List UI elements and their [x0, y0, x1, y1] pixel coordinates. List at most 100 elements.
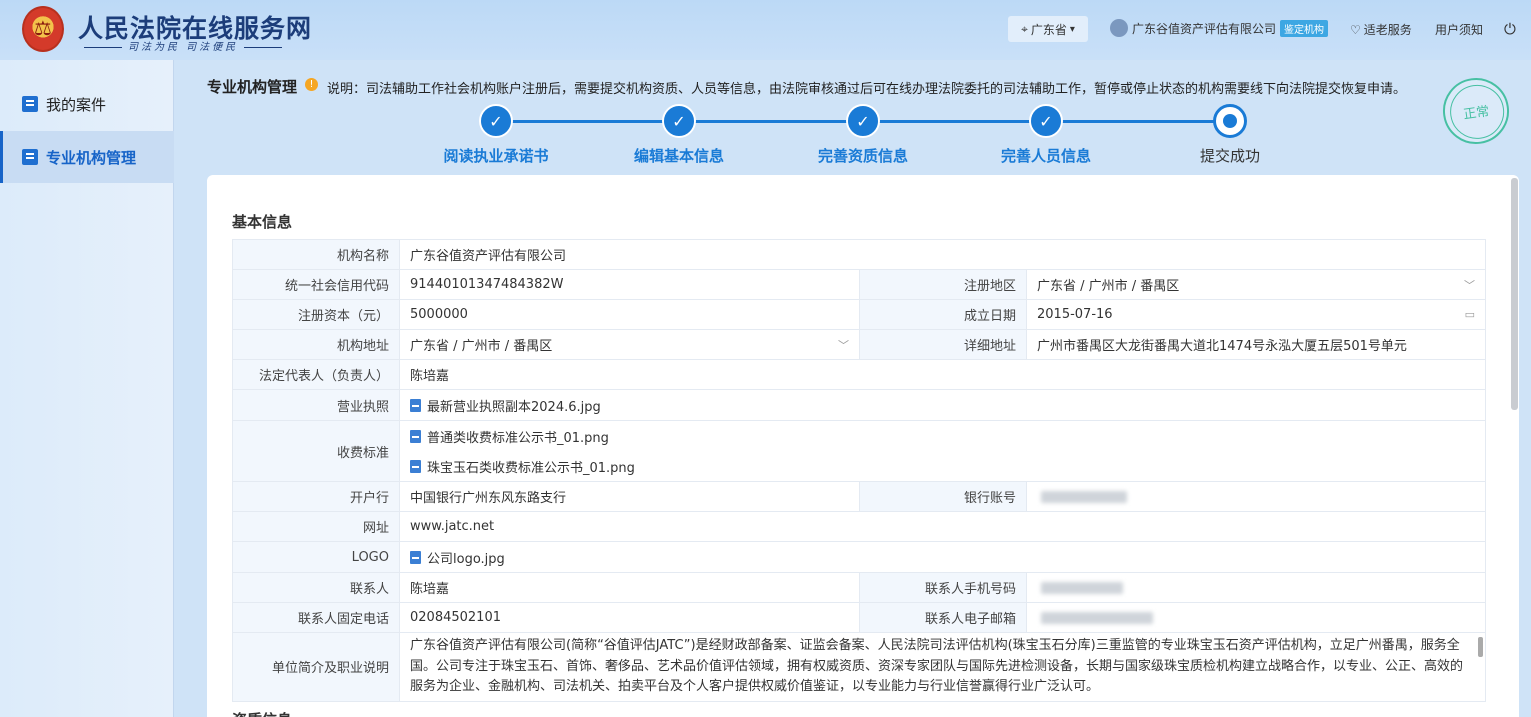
- found-date-picker[interactable]: 2015-07-16 ▭: [1025, 299, 1487, 330]
- logo-file-link[interactable]: 公司logo.jpg: [410, 542, 1475, 572]
- file-name: 最新营业执照副本2024.6.jpg: [427, 399, 601, 415]
- status-stamp: 正常: [1438, 73, 1514, 149]
- location-pin-icon: ⌖: [1021, 21, 1028, 36]
- avatar: [1110, 19, 1128, 37]
- textarea-scrollbar[interactable]: [1478, 637, 1484, 657]
- file-icon: [410, 550, 421, 564]
- check-icon: ✓: [662, 104, 696, 138]
- license-cell: 最新营业执照副本2024.6.jpg: [398, 389, 1487, 421]
- website-label: 网址: [232, 511, 400, 542]
- step-qualification-info: ✓ 完善资质信息: [773, 104, 953, 166]
- chevron-down-icon: ﹀: [838, 338, 849, 352]
- court-emblem-icon[interactable]: [22, 6, 64, 52]
- credit-code-value: 91440101347484382W: [399, 269, 860, 300]
- table-row: 机构地址 广东省 / 广州市 / 番禺区 ﹀ 详细地址 广州市番禺区大龙街番禺大道…: [232, 329, 1487, 360]
- page-scrollbar[interactable]: [1511, 178, 1518, 410]
- phone-value: 02084502101: [399, 602, 860, 633]
- user-name: 广东谷值资产评估有限公司: [1132, 21, 1277, 36]
- page-title: 专业机构管理: [207, 78, 298, 96]
- table-row: 开户行 中国银行广州东风东路支行 银行账号: [232, 481, 1487, 512]
- step-label: 编辑基本信息: [633, 147, 724, 165]
- chevron-down-icon: ﹀: [1464, 278, 1476, 292]
- file-icon: [410, 398, 421, 412]
- user-menu[interactable]: 广东谷值资产评估有限公司 鉴定机构: [1110, 19, 1329, 37]
- table-row: 联系人 陈培嘉 联系人手机号码: [232, 572, 1487, 603]
- email-label: 联系人电子邮箱: [859, 602, 1027, 633]
- intro-text: 广东谷值资产评估有限公司(简称“谷值评估JATC”)是经财政部备案、证监会备案、…: [410, 638, 1464, 694]
- logo-label: LOGO: [232, 541, 400, 573]
- intro-textarea[interactable]: 广东谷值资产评估有限公司(简称“谷值评估JATC”)是经财政部备案、证监会备案、…: [398, 632, 1487, 702]
- org-name-label: 机构名称: [232, 239, 400, 270]
- sidebar-item-org-management[interactable]: 专业机构管理: [0, 131, 174, 183]
- step-edit-basic-info: ✓ 编辑基本信息: [589, 104, 769, 166]
- license-label: 营业执照: [232, 389, 400, 421]
- file-name: 普通类收费标准公示书_01.png: [427, 430, 609, 446]
- table-row: LOGO 公司logo.jpg: [232, 541, 1487, 573]
- reg-area-select[interactable]: 广东省 / 广州市 / 番禺区 ﹀: [1025, 269, 1487, 300]
- bank-label: 开户行: [232, 481, 400, 512]
- sidebar-item-label: 我的案件: [46, 95, 107, 114]
- logo-cell: 公司logo.jpg: [398, 541, 1487, 573]
- basic-info-card: 基本信息 机构名称 广东谷值资产评估有限公司 统一社会信用代码 91440101…: [207, 175, 1519, 717]
- address-select[interactable]: 广东省 / 广州市 / 番禺区 ﹀: [399, 329, 860, 360]
- file-icon: [410, 429, 421, 443]
- legal-rep-label: 法定代表人（负责人）: [232, 359, 400, 390]
- account-value-redacted: [1025, 481, 1487, 512]
- table-row: 机构名称 广东谷值资产评估有限公司: [232, 239, 1487, 270]
- file-icon: [410, 459, 421, 473]
- step-label: 完善资质信息: [817, 147, 908, 165]
- top-header: 人民法院在线服务网 司法为民 司法便民 ⌖ 广东省 ▾ 广东谷值资产评估有限公司…: [0, 0, 1531, 60]
- user-type-badge: 鉴定机构: [1280, 19, 1329, 37]
- credit-code-label: 统一社会信用代码: [232, 269, 400, 300]
- elder-service-link[interactable]: ♡ 适老服务: [1350, 21, 1412, 38]
- detail-address-value: 广州市番禺区大龙街番禺大道北1474号永泓大厦五层501号单元: [1025, 329, 1487, 360]
- check-icon: ✓: [846, 104, 880, 138]
- step-personnel-info: ✓ 完善人员信息: [956, 104, 1136, 166]
- address-label: 机构地址: [232, 329, 400, 360]
- table-row: 注册资本（元） 5000000 成立日期 2015-07-16 ▭: [232, 299, 1487, 330]
- table-row: 单位简介及职业说明 广东谷值资产评估有限公司(简称“谷值评估JATC”)是经财政…: [232, 632, 1487, 702]
- region-label: 广东省: [1030, 22, 1067, 37]
- license-file-link[interactable]: 最新营业执照副本2024.6.jpg: [410, 390, 1475, 420]
- calendar-icon: ▭: [1464, 308, 1476, 321]
- step-submit-success: 提交成功: [1140, 104, 1320, 166]
- file-name: 珠宝玉石类收费标准公示书_01.png: [427, 460, 635, 476]
- next-section-title: 资质信息: [232, 709, 292, 717]
- section-title: 基本信息: [232, 213, 293, 231]
- contact-label: 联系人: [232, 572, 400, 603]
- fee-label: 收费标准: [232, 420, 400, 482]
- current-step-icon: [1213, 104, 1247, 138]
- table-row: 网址 www.jatc.net: [232, 511, 1487, 542]
- region-selector[interactable]: ⌖ 广东省 ▾: [1008, 16, 1088, 42]
- reg-area-value: 广东省 / 广州市 / 番禺区: [1037, 279, 1180, 294]
- table-row: 收费标准 普通类收费标准公示书_01.png 珠宝玉石类收费标准公示书_01.p…: [232, 420, 1487, 482]
- clipboard-icon: [22, 96, 38, 112]
- info-icon: !: [305, 78, 318, 91]
- mobile-label: 联系人手机号码: [859, 572, 1027, 603]
- power-icon[interactable]: ⏻: [1504, 20, 1516, 38]
- table-row: 联系人固定电话 02084502101 联系人电子邮箱: [232, 602, 1487, 633]
- intro-label: 单位简介及职业说明: [232, 632, 400, 702]
- capital-value: 5000000: [399, 299, 860, 330]
- user-notice-link[interactable]: 用户须知: [1435, 21, 1483, 38]
- chevron-down-icon: ▾: [1069, 23, 1075, 35]
- mobile-value-redacted: [1025, 572, 1487, 603]
- reg-area-label: 注册地区: [859, 269, 1027, 300]
- fee-file-link[interactable]: 普通类收费标准公示书_01.png: [410, 421, 1475, 451]
- capital-label: 注册资本（元）: [232, 299, 400, 330]
- step-read-commitment: ✓ 阅读执业承诺书: [406, 104, 586, 166]
- page-description: 说明：司法辅助工作社会机构账户注册后，需要提交机构资质、人员等信息，由法院审核通…: [327, 82, 1407, 97]
- address-value: 广东省 / 广州市 / 番禺区: [410, 339, 553, 354]
- phone-label: 联系人固定电话: [232, 602, 400, 633]
- check-icon: ✓: [1029, 104, 1063, 138]
- found-date-value: 2015-07-16: [1037, 307, 1113, 322]
- table-row: 营业执照 最新营业执照副本2024.6.jpg: [232, 389, 1487, 421]
- sidebar-item-my-cases[interactable]: 我的案件: [0, 78, 174, 130]
- edit-icon: [22, 149, 38, 165]
- fee-file-link[interactable]: 珠宝玉石类收费标准公示书_01.png: [410, 451, 1475, 481]
- step-label: 提交成功: [1199, 147, 1260, 165]
- detail-address-label: 详细地址: [859, 329, 1027, 360]
- legal-rep-value: 陈培嘉: [398, 359, 1487, 390]
- site-slogan: 司法为民 司法便民: [78, 38, 288, 53]
- elder-service-icon: ♡: [1350, 22, 1361, 37]
